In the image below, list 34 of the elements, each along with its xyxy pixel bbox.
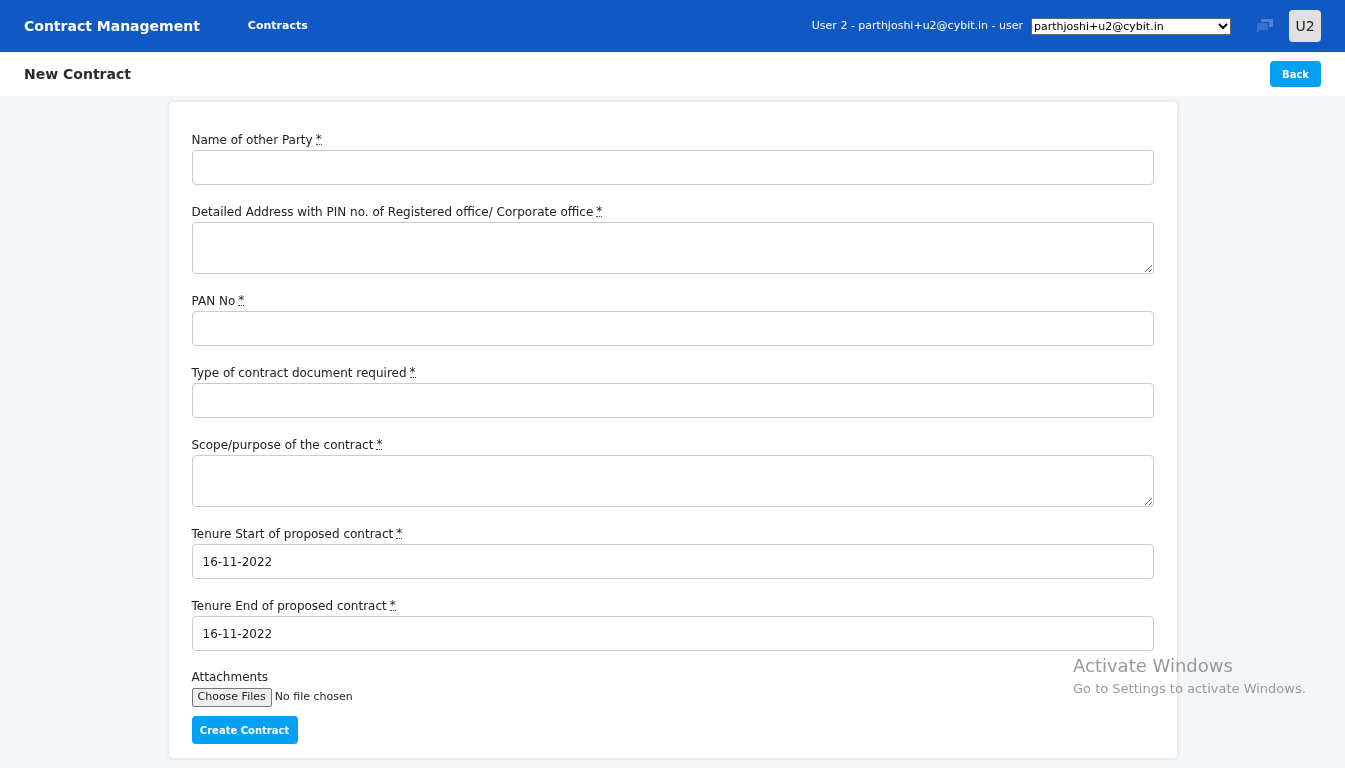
attachments-label: Attachments	[191, 670, 269, 684]
field-label: Detailed Address with PIN no. of Registered office/ Corporate office	[191, 203, 594, 221]
input-field[interactable]	[191, 311, 1154, 346]
file-status: No file chosen	[274, 689, 353, 706]
text-area[interactable]	[191, 222, 1154, 274]
required-mark: *	[389, 600, 396, 611]
input-field[interactable]: 16-11-2022	[191, 544, 1154, 579]
chevron-down-icon	[1218, 22, 1228, 30]
input-field[interactable]	[191, 150, 1154, 185]
field-label: Type of contract document required	[191, 364, 407, 382]
input-field[interactable]: 16-11-2022	[191, 616, 1154, 651]
required-mark: *	[315, 134, 322, 145]
required-mark: *	[596, 206, 603, 217]
required-mark: *	[409, 367, 416, 378]
field-label: Tenure Start of proposed contract	[191, 525, 394, 543]
field-label: Scope/purpose of the contract	[191, 436, 374, 454]
field-label: PAN No	[191, 292, 236, 310]
text-area[interactable]	[191, 455, 1154, 507]
field-label: Name of other Party	[191, 131, 313, 149]
nav-link[interactable]: Contracts	[247, 17, 308, 35]
page-title: New Contract	[24, 64, 131, 84]
required-mark: *	[238, 295, 245, 306]
required-mark: *	[376, 439, 383, 450]
input-field[interactable]	[191, 383, 1154, 418]
required-mark: *	[396, 528, 403, 539]
chat-icon[interactable]	[1257, 19, 1273, 33]
activation-title: Activate Windows	[1073, 654, 1234, 678]
activation-subtitle: Go to Settings to activate Windows.	[1073, 680, 1306, 698]
user-select[interactable]: parthjoshi+u2@cybit.in	[1031, 17, 1231, 35]
brand-title: Contract Management	[24, 16, 200, 36]
user-avatar[interactable]: U2	[1289, 10, 1321, 42]
user-info: User 2 - parthjoshi+u2@cybit.in - user	[811, 17, 1023, 34]
choose-files-button[interactable]: Choose Files	[191, 688, 272, 707]
field-label: Tenure End of proposed contract	[191, 597, 387, 615]
